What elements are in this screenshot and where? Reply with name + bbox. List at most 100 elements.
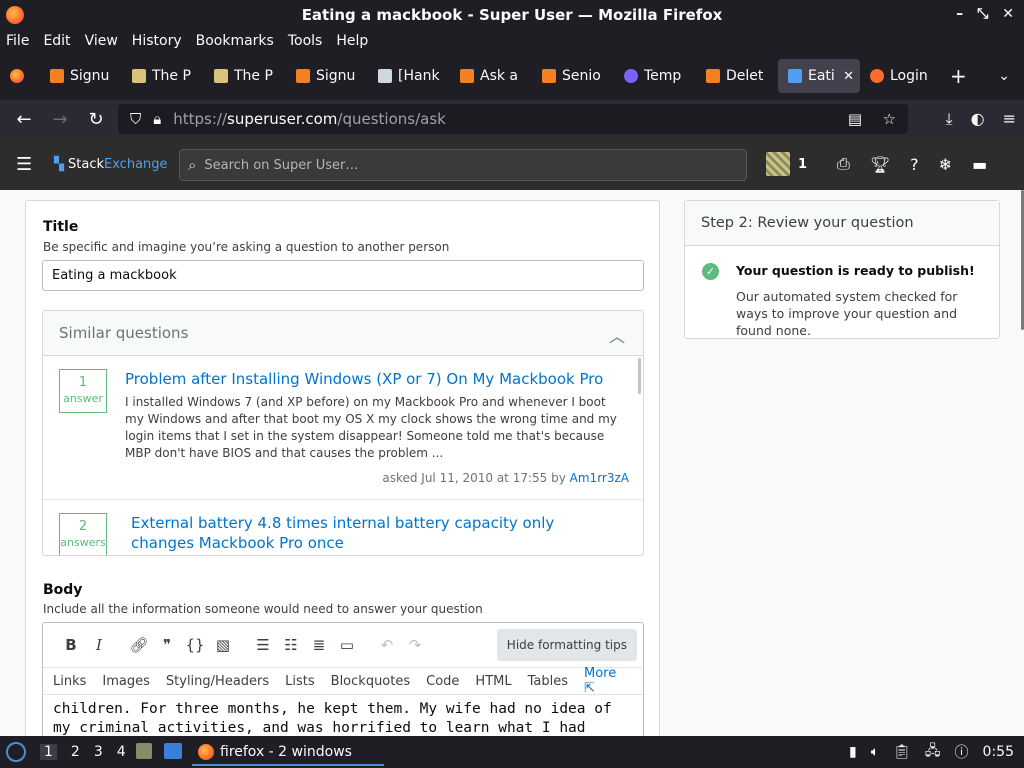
start-menu-icon[interactable]	[6, 742, 26, 762]
hide-formatting-tips-button[interactable]: Hide formatting tips	[496, 629, 637, 661]
taskbar-firefox-app[interactable]: firefox - 2 windows	[192, 740, 384, 766]
italic-icon[interactable]: I	[85, 636, 113, 654]
chevron-up-icon[interactable]: ︿	[609, 323, 625, 347]
tab-5[interactable]: [Hank	[368, 59, 450, 93]
stackexchange-logo[interactable]: ▚ Stack Exchange	[54, 157, 168, 172]
new-tab-button[interactable]: +	[950, 64, 967, 88]
ask-question-form: Title Be specific and imagine you’re ask…	[25, 200, 660, 736]
horizontal-rule-icon[interactable]: ▭	[333, 636, 361, 654]
bookmark-star-icon[interactable]: ☆	[883, 110, 896, 128]
app-menu-icon[interactable]: ≡	[1003, 109, 1016, 129]
menu-bookmarks[interactable]: Bookmarks	[196, 33, 274, 49]
similar-question-title[interactable]: Problem after Installing Windows (XP or …	[125, 369, 603, 389]
reload-button[interactable]: ↻	[78, 109, 114, 130]
tab-11[interactable]: Login	[860, 59, 942, 93]
site-switcher-icon[interactable]: ❄	[939, 155, 952, 174]
url-bar[interactable]: ⛉ 🔒︎ https://superuser.com/questions/ask…	[118, 104, 908, 134]
reader-view-icon[interactable]: ▤	[848, 110, 862, 128]
body-editor: B I 🔗︎ ❞ {} ▧ ☰ ☷ ≣ ▭ ↶ ↷ Hide formattin…	[42, 622, 644, 736]
user-profile-link[interactable]: 1	[766, 152, 807, 176]
menu-edit[interactable]: Edit	[43, 33, 70, 49]
tab-1[interactable]: Signu	[40, 59, 122, 93]
info-icon[interactable]: ⓘ	[955, 742, 969, 762]
tab-bar: Signu The P The P Signu [Hank Ask a Seni…	[0, 52, 1024, 100]
blockquote-icon[interactable]: ❞	[153, 636, 181, 654]
tab-3[interactable]: The P	[204, 59, 286, 93]
lock-icon[interactable]: 🔒︎	[153, 110, 161, 128]
menu-history[interactable]: History	[132, 33, 182, 49]
downloads-icon[interactable]: ⤓	[946, 109, 953, 129]
tip-more-link[interactable]: More ⇱	[584, 666, 632, 696]
tip-images[interactable]: Images	[102, 674, 150, 689]
firefox-view-button[interactable]	[0, 59, 40, 93]
tab-2[interactable]: The P	[122, 59, 204, 93]
similar-questions-header[interactable]: Similar questions ︿	[43, 311, 643, 356]
minimize-icon[interactable]: –	[956, 6, 963, 22]
tab-6[interactable]: Ask a	[450, 59, 532, 93]
inbox-icon[interactable]: ⎙	[837, 154, 850, 174]
help-icon[interactable]: ?	[910, 155, 919, 174]
title-input[interactable]: Eating a mackbook	[42, 260, 644, 291]
shield-icon[interactable]: ⛉	[130, 110, 141, 128]
close-tab-icon[interactable]: ✕	[843, 69, 854, 84]
back-button[interactable]: ←	[6, 109, 42, 130]
stackoverflow-icon	[296, 69, 310, 83]
workspace-4[interactable]: 4	[117, 744, 126, 760]
bold-icon[interactable]: B	[57, 636, 85, 654]
forward-button[interactable]: →	[42, 109, 78, 130]
link-icon[interactable]: 🔗︎	[125, 636, 153, 654]
body-textarea[interactable]: children. For three months, he kept them…	[43, 695, 643, 736]
workspace-2[interactable]: 2	[71, 744, 80, 760]
tip-links[interactable]: Links	[53, 674, 86, 689]
numbered-list-icon[interactable]: ☰	[249, 636, 277, 654]
similar-scrollbar[interactable]	[638, 358, 641, 394]
tip-code[interactable]: Code	[426, 674, 459, 689]
similar-question-title[interactable]: External battery 4.8 times internal batt…	[131, 513, 601, 553]
tip-lists[interactable]: Lists	[285, 674, 315, 689]
workspace-3[interactable]: 3	[94, 744, 103, 760]
firefox-logo-icon	[6, 6, 24, 24]
close-icon[interactable]: ✕	[1002, 6, 1014, 22]
undo-icon[interactable]: ↶	[373, 636, 401, 654]
tab-9[interactable]: Delet	[696, 59, 778, 93]
tip-tables[interactable]: Tables	[528, 674, 568, 689]
image-icon[interactable]: ▧	[209, 636, 237, 654]
desktop-icon[interactable]	[164, 743, 182, 759]
chat-icon[interactable]: ▬	[972, 155, 987, 174]
volume-icon[interactable]: 🔈︎	[871, 744, 879, 760]
search-icon: ⌕	[188, 156, 197, 174]
tab-8[interactable]: Temp	[614, 59, 696, 93]
redo-icon[interactable]: ↷	[401, 636, 429, 654]
tab-7[interactable]: Senio	[532, 59, 614, 93]
tab-4[interactable]: Signu	[286, 59, 368, 93]
list-all-tabs-button[interactable]: ⌄	[998, 68, 1010, 84]
tip-styling-headers[interactable]: Styling/Headers	[166, 674, 269, 689]
achievements-trophy-icon[interactable]: 🏆︎	[870, 155, 890, 174]
extension-icon[interactable]: ◐	[971, 109, 985, 129]
review-description: Our automated system checked for ways to…	[736, 289, 958, 338]
bulleted-list-icon[interactable]: ☷	[277, 636, 305, 654]
tip-blockquotes[interactable]: Blockquotes	[331, 674, 410, 689]
page-scrollbar[interactable]	[1018, 190, 1024, 736]
workspace-1[interactable]: 1	[40, 744, 57, 760]
menu-tools[interactable]: Tools	[288, 33, 323, 49]
code-icon[interactable]: {}	[181, 636, 209, 654]
clipboard-icon[interactable]: 📋︎	[893, 744, 911, 760]
file-manager-icon[interactable]	[136, 743, 152, 759]
author-link[interactable]: Am1rr3zA	[570, 471, 629, 485]
hamburger-menu-icon[interactable]: ☰	[16, 154, 36, 175]
q-icon	[378, 69, 392, 83]
window-title: Eating a mackbook - Super User — Mozilla…	[301, 6, 723, 24]
external-link-icon: ⇱	[584, 681, 595, 696]
heading-icon[interactable]: ≣	[305, 636, 333, 654]
menu-view[interactable]: View	[85, 33, 118, 49]
battery-icon[interactable]: ▮	[849, 744, 857, 760]
menu-file[interactable]: File	[6, 33, 29, 49]
site-search-input[interactable]: ⌕ Search on Super User…	[179, 149, 747, 181]
menu-help[interactable]: Help	[336, 33, 368, 49]
tab-10-active[interactable]: Eati ✕	[778, 59, 860, 93]
maximize-icon[interactable]: ⤡	[977, 6, 988, 22]
system-tray: ▮ 🔈︎ 📋︎ 🖧 ⓘ 0:55	[849, 740, 1014, 764]
network-icon[interactable]: 🖧	[925, 740, 941, 764]
tip-html[interactable]: HTML	[475, 674, 511, 689]
